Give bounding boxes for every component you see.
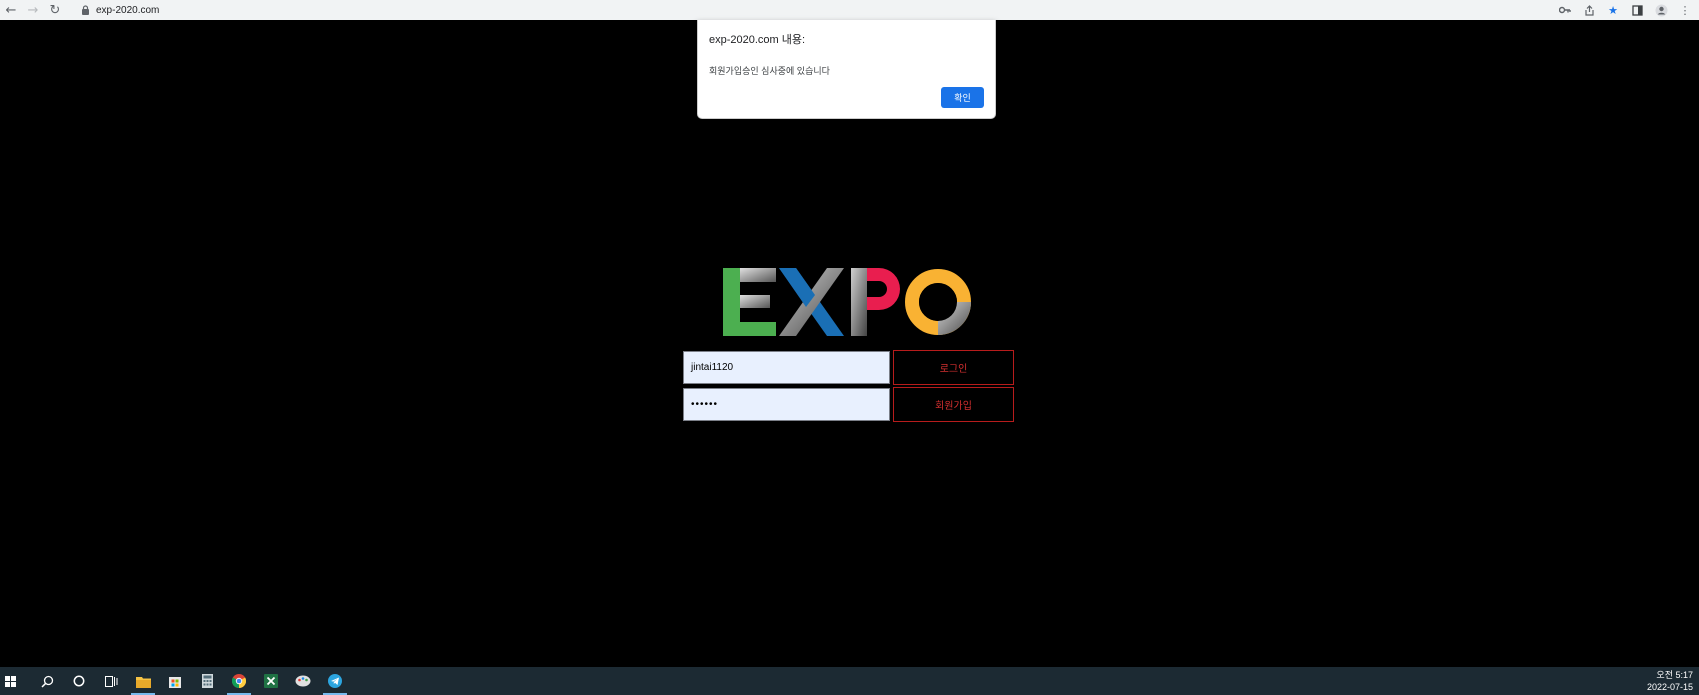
store-icon[interactable]: [159, 667, 191, 695]
expo-logo: [723, 268, 971, 336]
calculator-icon[interactable]: [191, 667, 223, 695]
share-icon[interactable]: [1581, 2, 1597, 18]
task-view-icon[interactable]: [95, 667, 127, 695]
windows-start-icon[interactable]: [1, 667, 19, 695]
alert-dialog: exp-2020.com 내용: 회원가입승인 심사중에 있습니다 확인: [697, 20, 996, 119]
clock-date: 2022-07-15: [1646, 682, 1693, 692]
url-text[interactable]: exp-2020.com: [96, 5, 159, 16]
taskbar: [0, 667, 1699, 695]
logo-letter-p: [851, 268, 900, 336]
logo-letter-o: [905, 269, 971, 335]
excel-icon[interactable]: [255, 667, 287, 695]
lock-icon[interactable]: [78, 3, 92, 17]
browser-actions: ★ ⋮: [1557, 0, 1693, 20]
login-button[interactable]: 로그인: [893, 350, 1014, 385]
address-bar[interactable]: exp-2020.com: [78, 0, 159, 20]
alert-message: 회원가입승인 심사중에 있습니다: [709, 66, 830, 76]
browser-toolbar: ← → ↻ exp-2020.com ★ ⋮: [0, 0, 1699, 20]
cortana-icon[interactable]: [63, 667, 95, 695]
logo-letter-x: [779, 268, 844, 336]
username-input[interactable]: jintai1120: [683, 351, 890, 384]
alert-ok-button[interactable]: 확인: [941, 87, 984, 108]
logo-letter-e: [723, 268, 776, 336]
more-icon[interactable]: ⋮: [1677, 2, 1693, 18]
file-explorer-icon[interactable]: [127, 667, 159, 695]
profile-icon[interactable]: [1653, 2, 1669, 18]
sidepanel-icon[interactable]: [1629, 2, 1645, 18]
paint-icon[interactable]: [287, 667, 319, 695]
search-icon[interactable]: [31, 667, 63, 695]
screen: ← → ↻ exp-2020.com ★ ⋮ exp-2020.com 내용: …: [0, 0, 1699, 695]
telegram-icon[interactable]: [319, 667, 351, 695]
password-input[interactable]: ••••••: [683, 388, 890, 421]
star-icon[interactable]: ★: [1605, 2, 1621, 18]
join-button[interactable]: 회원가입: [893, 387, 1014, 422]
alert-title: exp-2020.com 내용:: [709, 34, 806, 46]
taskbar-clock[interactable]: 오전 5:17 2022-07-15: [1647, 667, 1693, 695]
reload-icon[interactable]: ↻: [44, 0, 66, 20]
chrome-icon[interactable]: [223, 667, 255, 695]
back-icon[interactable]: ←: [0, 0, 22, 20]
clock-time: 오전 5:17: [1656, 670, 1693, 680]
forward-icon[interactable]: →: [22, 0, 44, 20]
key-icon[interactable]: [1557, 2, 1573, 18]
